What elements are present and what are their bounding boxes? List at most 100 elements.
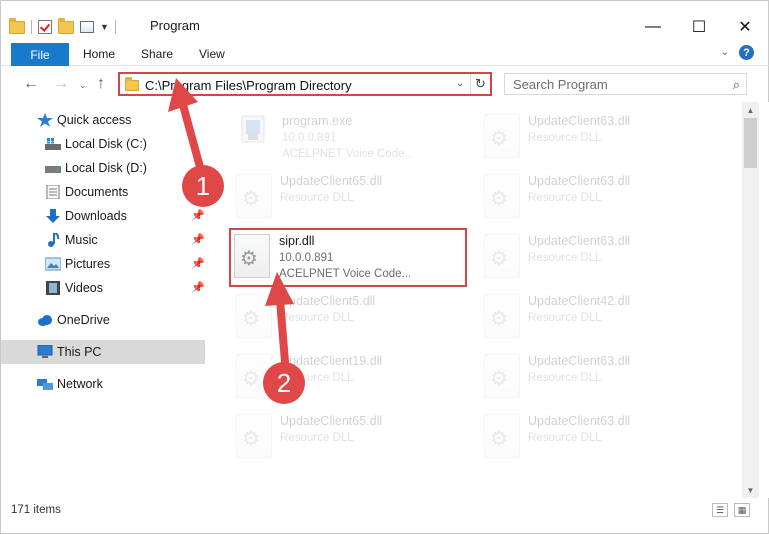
ribbon-tabs: File Home Share View ⌄ ? bbox=[0, 40, 769, 66]
file-item[interactable]: ⚙ UpdateClient63.dll Resource DLL bbox=[478, 108, 718, 166]
pin-icon[interactable]: 📌 bbox=[191, 281, 205, 294]
gear-icon: ⚙ bbox=[490, 428, 508, 450]
file-type: Resource DLL bbox=[528, 252, 602, 264]
customize-toolbar-dropdown-icon[interactable]: ▼ bbox=[100, 22, 109, 32]
sidebar-item-label: Videos bbox=[65, 281, 103, 295]
file-name: UpdateClient63.dll bbox=[528, 354, 631, 368]
sidebar-item-this-pc[interactable]: This PC bbox=[1, 340, 205, 364]
new-folder-icon[interactable] bbox=[58, 17, 74, 34]
tab-share[interactable]: Share bbox=[141, 47, 173, 61]
file-item[interactable]: ⚙ UpdateClient63.dll Resource DLL bbox=[478, 408, 718, 466]
downloads-icon bbox=[46, 209, 60, 223]
help-icon[interactable]: ? bbox=[739, 45, 754, 60]
network-icon bbox=[37, 379, 53, 390]
file-item[interactable]: ⚙ UpdateClient63.dll Resource DLL bbox=[478, 348, 718, 406]
navigation-bar: ← → ⌄ ↑ C:\Program Files\Program Directo… bbox=[0, 66, 769, 102]
file-description: ACELPNET Voice Code... bbox=[282, 148, 415, 160]
file-item[interactable]: ⚙ UpdateClient65.dll Resource DLL bbox=[230, 168, 470, 226]
gear-icon: ⚙ bbox=[242, 428, 260, 450]
tab-view[interactable]: View bbox=[199, 47, 225, 61]
step-badge-2: 2 bbox=[263, 362, 305, 404]
address-dropdown-icon[interactable]: ⌄ bbox=[456, 78, 464, 89]
file-type: Resource DLL bbox=[280, 312, 354, 324]
refresh-icon[interactable]: ↻ bbox=[470, 74, 490, 94]
search-input[interactable]: Search Program ⌕ bbox=[504, 73, 747, 95]
pin-icon[interactable]: 📌 bbox=[191, 257, 205, 270]
dll-file-icon: ⚙ bbox=[236, 174, 272, 218]
pin-icon[interactable]: 📌 bbox=[191, 233, 205, 246]
sidebar-item-quick-access[interactable]: Quick access bbox=[1, 108, 205, 132]
dll-file-icon: ⚙ bbox=[484, 354, 520, 398]
back-arrow-icon[interactable]: ← bbox=[23, 75, 39, 93]
sidebar-item-downloads[interactable]: Downloads 📌 bbox=[1, 204, 205, 228]
videos-icon bbox=[46, 281, 60, 295]
up-arrow-icon[interactable]: ↑ bbox=[97, 75, 105, 93]
file-list: program.exe 10.0.0.891 ACELPNET Voice Co… bbox=[212, 102, 742, 498]
sidebar-item-local-disk-d[interactable]: Local Disk (D:) bbox=[1, 156, 205, 180]
gear-icon: ⚙ bbox=[242, 308, 260, 330]
search-placeholder: Search Program bbox=[513, 77, 608, 92]
pin-icon[interactable]: 📌 bbox=[191, 209, 205, 222]
details-view-icon[interactable]: ☰ bbox=[712, 503, 728, 517]
file-item-sipr-dll[interactable]: ⚙ sipr.dll 10.0.0.891 ACELPNET Voice Cod… bbox=[229, 228, 467, 287]
file-name: UpdateClient63.dll bbox=[528, 114, 631, 128]
sidebar-item-onedrive[interactable]: OneDrive bbox=[1, 308, 205, 332]
navigation-pane: Quick access Local Disk (C:) Local Disk … bbox=[0, 102, 212, 498]
gear-icon: ⚙ bbox=[490, 128, 508, 150]
sidebar-item-label: Documents bbox=[65, 185, 129, 199]
gear-icon: ⚙ bbox=[240, 248, 258, 270]
sidebar-item-pictures[interactable]: Pictures 📌 bbox=[1, 252, 205, 276]
file-name: UpdateClient5.dll bbox=[280, 294, 376, 308]
dll-file-icon: ⚙ bbox=[236, 414, 272, 458]
recent-locations-icon[interactable]: ⌄ bbox=[79, 80, 87, 91]
expand-ribbon-icon[interactable]: ⌄ bbox=[721, 47, 729, 58]
file-version: 10.0.0.891 bbox=[279, 252, 334, 264]
sidebar-item-label: Downloads bbox=[65, 209, 127, 223]
maximize-button[interactable]: ☐ bbox=[676, 13, 722, 41]
file-item[interactable]: ⚙ UpdateClient63.dll Resource DLL bbox=[478, 168, 718, 226]
title-bar: ▼ Program — ☐ ✕ bbox=[0, 0, 769, 40]
file-type: Resource DLL bbox=[528, 432, 602, 444]
search-icon[interactable]: ⌕ bbox=[733, 77, 740, 93]
sidebar-item-documents[interactable]: Documents bbox=[1, 180, 205, 204]
scroll-thumb[interactable] bbox=[744, 118, 757, 168]
file-item[interactable]: ⚙ UpdateClient5.dll Resource DLL bbox=[230, 288, 470, 346]
file-item[interactable]: ⚙ UpdateClient42.dll Resource DLL bbox=[478, 288, 718, 346]
sidebar-item-videos[interactable]: Videos 📌 bbox=[1, 276, 205, 300]
tab-home[interactable]: Home bbox=[83, 47, 115, 61]
file-version: 10.0.0.891 bbox=[282, 132, 337, 144]
sidebar-item-label: Music bbox=[65, 233, 98, 247]
address-path[interactable]: C:\Program Files\Program Directory bbox=[145, 78, 352, 93]
file-item[interactable]: program.exe 10.0.0.891 ACELPNET Voice Co… bbox=[232, 108, 472, 166]
scroll-up-icon[interactable]: ▲ bbox=[742, 102, 759, 118]
large-icons-view-icon[interactable]: ▦ bbox=[734, 503, 750, 517]
file-type: Resource DLL bbox=[528, 132, 602, 144]
sidebar-item-label: Local Disk (C:) bbox=[65, 137, 147, 151]
properties-check-icon[interactable] bbox=[38, 20, 52, 34]
gear-icon: ⚙ bbox=[490, 248, 508, 270]
star-icon bbox=[37, 113, 53, 127]
file-type: Resource DLL bbox=[280, 432, 354, 444]
item-count: 171 items bbox=[11, 504, 61, 516]
scroll-down-icon[interactable]: ▼ bbox=[742, 482, 759, 498]
quick-access-toolbar: ▼ bbox=[9, 17, 116, 37]
file-type: Resource DLL bbox=[528, 372, 602, 384]
file-item[interactable]: ⚙ UpdateClient63.dll Resource DLL bbox=[478, 228, 718, 286]
file-name: UpdateClient63.dll bbox=[528, 234, 631, 248]
forward-arrow-icon[interactable]: → bbox=[53, 75, 69, 93]
tab-file[interactable]: File bbox=[11, 43, 69, 66]
sidebar-item-label: Network bbox=[57, 377, 103, 391]
sidebar-item-network[interactable]: Network bbox=[1, 372, 205, 396]
sidebar-item-label: This PC bbox=[57, 345, 102, 359]
sidebar-item-music[interactable]: Music 📌 bbox=[1, 228, 205, 252]
file-name: UpdateClient65.dll bbox=[280, 174, 383, 188]
sidebar-item-local-disk-c[interactable]: Local Disk (C:) bbox=[1, 132, 205, 156]
vertical-scrollbar[interactable]: ▲ ▼ bbox=[742, 102, 759, 498]
view-options-icon[interactable] bbox=[80, 21, 94, 33]
close-button[interactable]: ✕ bbox=[722, 13, 768, 41]
file-item[interactable]: ⚙ UpdateClient65.dll Resource DLL bbox=[230, 408, 470, 466]
address-bar[interactable]: C:\Program Files\Program Directory ⌄ ↻ bbox=[118, 72, 492, 96]
minimize-button[interactable]: — bbox=[630, 13, 676, 41]
file-name: UpdateClient42.dll bbox=[528, 294, 631, 308]
file-name: UpdateClient63.dll bbox=[528, 174, 631, 188]
